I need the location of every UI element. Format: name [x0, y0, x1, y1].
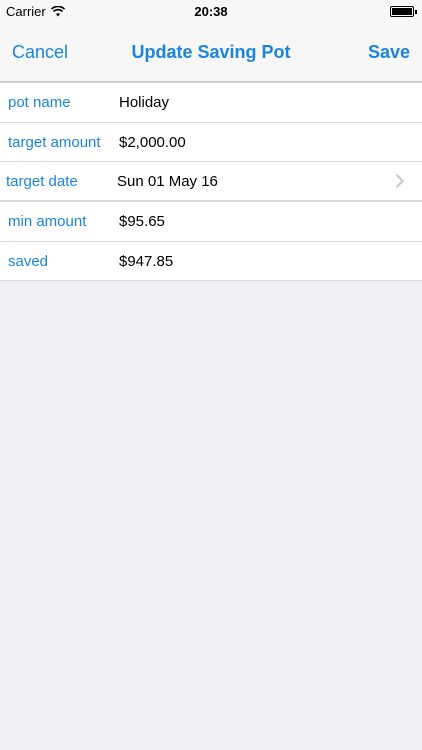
battery-icon: [390, 6, 417, 17]
status-time: 20:38: [194, 4, 228, 19]
saved-row[interactable]: saved $947.85: [0, 241, 422, 280]
min-amount-field[interactable]: $95.65: [119, 213, 165, 230]
status-bar: Carrier 20:38: [0, 0, 422, 22]
target-date-label: target date: [6, 172, 78, 190]
target-date-value: Sun 01 May 16: [117, 172, 218, 190]
target-date-row[interactable]: target date Sun 01 May 16: [0, 161, 422, 200]
saved-field[interactable]: $947.85: [119, 253, 173, 270]
saved-label: saved: [8, 252, 49, 270]
target-amount-row[interactable]: target amount $2,000.00: [0, 122, 422, 161]
pot-details-section: pot name Holiday target amount $2,000.00…: [0, 82, 422, 201]
pot-name-label: pot name: [8, 94, 71, 111]
page-title: Update Saving Pot: [131, 42, 291, 62]
savings-summary-section: min amount $95.65 saved $947.85: [0, 201, 422, 281]
save-button[interactable]: Save: [368, 22, 410, 82]
target-amount-field[interactable]: $2,000.00: [119, 134, 186, 151]
chevron-right-icon: [389, 173, 405, 189]
min-amount-row[interactable]: min amount $95.65: [0, 202, 422, 241]
target-amount-label: target amount: [8, 133, 101, 151]
min-amount-label: min amount: [8, 213, 87, 230]
navigation-bar: Cancel Update Saving Pot Save: [0, 22, 422, 82]
pot-name-row[interactable]: pot name Holiday: [0, 83, 422, 122]
pot-name-field[interactable]: Holiday: [119, 94, 169, 111]
